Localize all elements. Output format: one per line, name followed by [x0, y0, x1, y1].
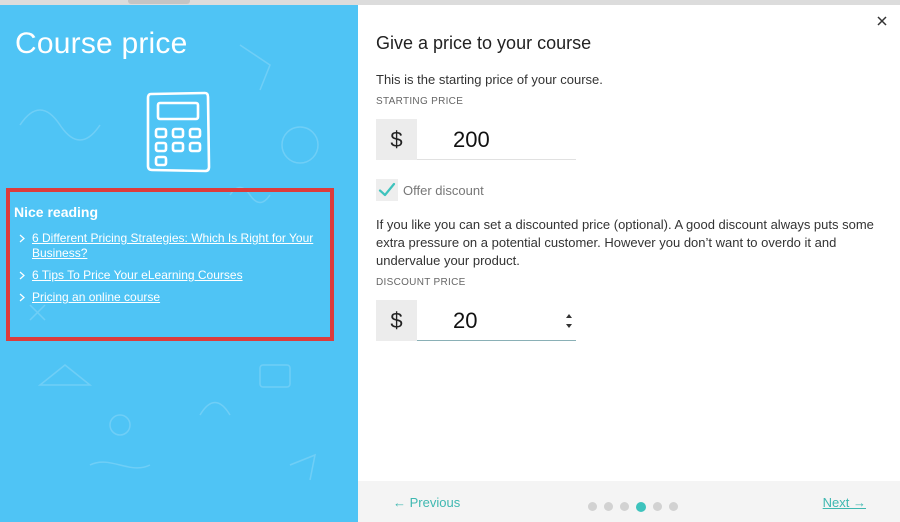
nice-reading-list: 6 Different Pricing Strategies: Which Is…: [18, 231, 326, 312]
step-dot[interactable]: [604, 502, 613, 511]
discount-price-label: DISCOUNT PRICE: [376, 277, 466, 288]
number-spinner-icon[interactable]: [565, 311, 573, 331]
discount-price-field[interactable]: $ 20: [376, 300, 576, 341]
info-sidebar: Course price Nice reading 6 Different Pr…: [0, 5, 358, 522]
calculator-icon: [146, 91, 211, 173]
nice-reading-title: Nice reading: [14, 204, 99, 220]
list-item: Pricing an online course: [18, 290, 326, 305]
wizard-footer: ← Previous Next →: [358, 481, 900, 522]
step-indicator: [588, 501, 685, 512]
step-dot[interactable]: [669, 502, 678, 511]
list-item: 6 Different Pricing Strategies: Which Is…: [18, 231, 326, 261]
close-icon[interactable]: [876, 15, 888, 27]
reading-link-elearning-tips[interactable]: 6 Tips To Price Your eLearning Courses: [32, 268, 243, 282]
step-dot-active[interactable]: [636, 501, 646, 512]
sidebar-title: Course price: [15, 27, 188, 60]
chevron-right-icon: [19, 293, 25, 302]
chevron-right-icon: [19, 234, 25, 243]
checkmark-icon: [378, 182, 396, 197]
dialog-heading: Give a price to your course: [376, 33, 592, 53]
pricing-dialog: Give a price to your course This is the …: [358, 5, 900, 522]
step-dot[interactable]: [620, 502, 629, 511]
window-drag-handle[interactable]: [128, 0, 190, 4]
starting-price-label: STARTING PRICE: [376, 96, 464, 107]
reading-link-pricing-online-course[interactable]: Pricing an online course: [32, 290, 160, 304]
step-dot[interactable]: [653, 502, 662, 511]
discount-price-input[interactable]: 20: [453, 308, 477, 334]
chevron-right-icon: [19, 271, 25, 280]
next-button[interactable]: Next →: [823, 495, 866, 510]
starting-price-input[interactable]: 200: [453, 127, 490, 153]
step-dot[interactable]: [588, 502, 597, 511]
starting-price-field[interactable]: $ 200: [376, 119, 576, 160]
checkbox[interactable]: [376, 179, 398, 201]
previous-button[interactable]: ← Previous: [393, 495, 460, 510]
discount-help-text: If you like you can set a discounted pri…: [376, 217, 874, 268]
reading-link-pricing-strategies[interactable]: 6 Different Pricing Strategies: Which Is…: [32, 231, 313, 260]
list-item: 6 Tips To Price Your eLearning Courses: [18, 268, 326, 283]
currency-symbol: $: [376, 119, 417, 160]
offer-discount-label: Offer discount: [403, 182, 484, 198]
currency-symbol: $: [376, 300, 417, 341]
intro-text: This is the starting price of your cours…: [376, 72, 603, 87]
offer-discount-checkbox[interactable]: Offer discount: [376, 179, 484, 201]
